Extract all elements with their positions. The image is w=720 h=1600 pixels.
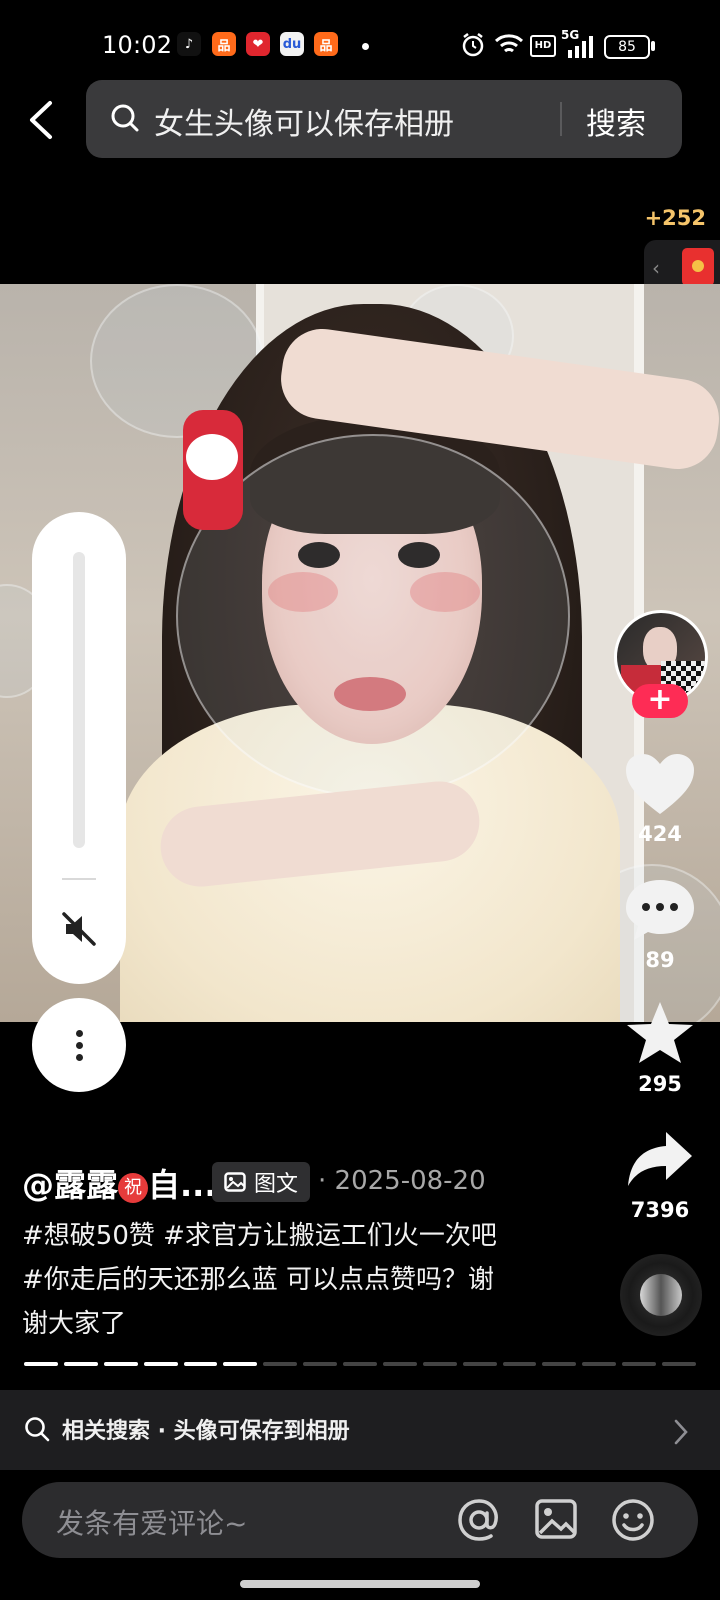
progress-segment xyxy=(24,1362,58,1366)
wifi-icon xyxy=(494,34,524,53)
progress-segment xyxy=(263,1362,298,1366)
notification-dot xyxy=(362,43,369,50)
search-icon xyxy=(25,1417,50,1442)
red-packet-icon[interactable] xyxy=(682,248,714,286)
comment-icon[interactable] xyxy=(622,876,698,944)
progress-segment xyxy=(422,1362,457,1366)
music-cover xyxy=(640,1274,682,1316)
post-type-label: 图文 xyxy=(254,1172,299,1197)
progress-segment xyxy=(143,1362,178,1366)
comment-count: 89 xyxy=(645,948,675,972)
chevron-right-icon[interactable] xyxy=(672,1418,690,1446)
progress-segment xyxy=(343,1362,377,1366)
author-name-suffix: 自... xyxy=(148,1166,217,1204)
progress-segment xyxy=(542,1362,577,1366)
baidu-icon: du xyxy=(280,32,304,56)
progress-segment xyxy=(63,1362,98,1366)
volume-slider[interactable] xyxy=(73,552,85,848)
battery-indicator: 85 xyxy=(604,35,650,59)
battery-tip xyxy=(651,41,655,51)
favorite-count: 295 xyxy=(638,1072,682,1096)
post-type-tag: 图文 xyxy=(212,1162,311,1202)
chevron-left-icon[interactable]: ‹ xyxy=(652,256,660,280)
more-dots-icon xyxy=(76,1030,83,1037)
progress-segment xyxy=(103,1362,138,1366)
search-button[interactable]: 搜索 xyxy=(586,99,646,143)
follow-button[interactable]: + xyxy=(632,684,688,718)
progress-segment xyxy=(662,1362,696,1366)
post-description[interactable]: #想破50赞 #求官方让搬运工们火一次吧 #你走后的天还那么蓝 可以点点赞吗？谢… xyxy=(22,1214,502,1346)
red-app-icon: ❤ xyxy=(246,32,270,56)
hd-icon: HD xyxy=(530,35,556,57)
related-search-label[interactable]: 相关搜索 · 头像可保存到相册 xyxy=(62,1413,350,1445)
share-icon[interactable] xyxy=(622,1126,698,1192)
like-count: 424 xyxy=(638,822,682,846)
app-store-icon: 品 xyxy=(212,32,236,56)
status-time: 10:02 xyxy=(102,31,173,59)
comment-placeholder[interactable]: 发条有爱评论~ xyxy=(56,1502,247,1542)
reward-count: +252 xyxy=(644,206,706,230)
image-icon xyxy=(224,1172,246,1192)
signal-icon xyxy=(568,36,593,58)
author-name[interactable]: @露露祝自... xyxy=(22,1160,217,1206)
search-query[interactable]: 女生头像可以保存相册 xyxy=(154,99,454,143)
star-icon[interactable] xyxy=(622,1000,698,1066)
progress-segment xyxy=(502,1362,537,1366)
heart-icon[interactable] xyxy=(622,752,698,818)
mention-icon[interactable] xyxy=(456,1497,502,1543)
progress-segment xyxy=(303,1362,337,1366)
hello-kitty-clip xyxy=(186,434,238,480)
volume-divider xyxy=(62,878,96,880)
post-date: · 2025-08-20 xyxy=(318,1166,486,1196)
progress-segment xyxy=(462,1362,497,1366)
progress-segment xyxy=(582,1362,617,1366)
alarm-icon xyxy=(462,33,484,57)
more-dots-icon xyxy=(76,1054,83,1061)
progress-segment xyxy=(223,1362,258,1366)
more-dots-icon xyxy=(76,1042,83,1049)
progress-segment xyxy=(622,1362,656,1366)
emoji-icon[interactable] xyxy=(610,1497,656,1543)
back-arrow-icon[interactable] xyxy=(20,95,64,145)
orange-app-icon: 品 xyxy=(314,32,338,56)
author-badge: 祝 xyxy=(118,1173,149,1203)
tiktok-icon: ♪ xyxy=(177,32,201,56)
home-indicator[interactable] xyxy=(240,1580,480,1588)
search-icon xyxy=(111,104,139,132)
image-progress xyxy=(24,1362,696,1366)
search-divider xyxy=(560,102,562,136)
progress-segment xyxy=(183,1362,218,1366)
progress-segment xyxy=(382,1362,417,1366)
author-name-prefix: @露露 xyxy=(22,1166,119,1204)
image-icon[interactable] xyxy=(534,1497,578,1541)
status-bar: 10:02 ♪ 品 ❤ du 品 HD 5G 85 xyxy=(0,0,720,90)
share-count: 7396 xyxy=(630,1198,690,1222)
mute-icon[interactable] xyxy=(60,910,98,948)
